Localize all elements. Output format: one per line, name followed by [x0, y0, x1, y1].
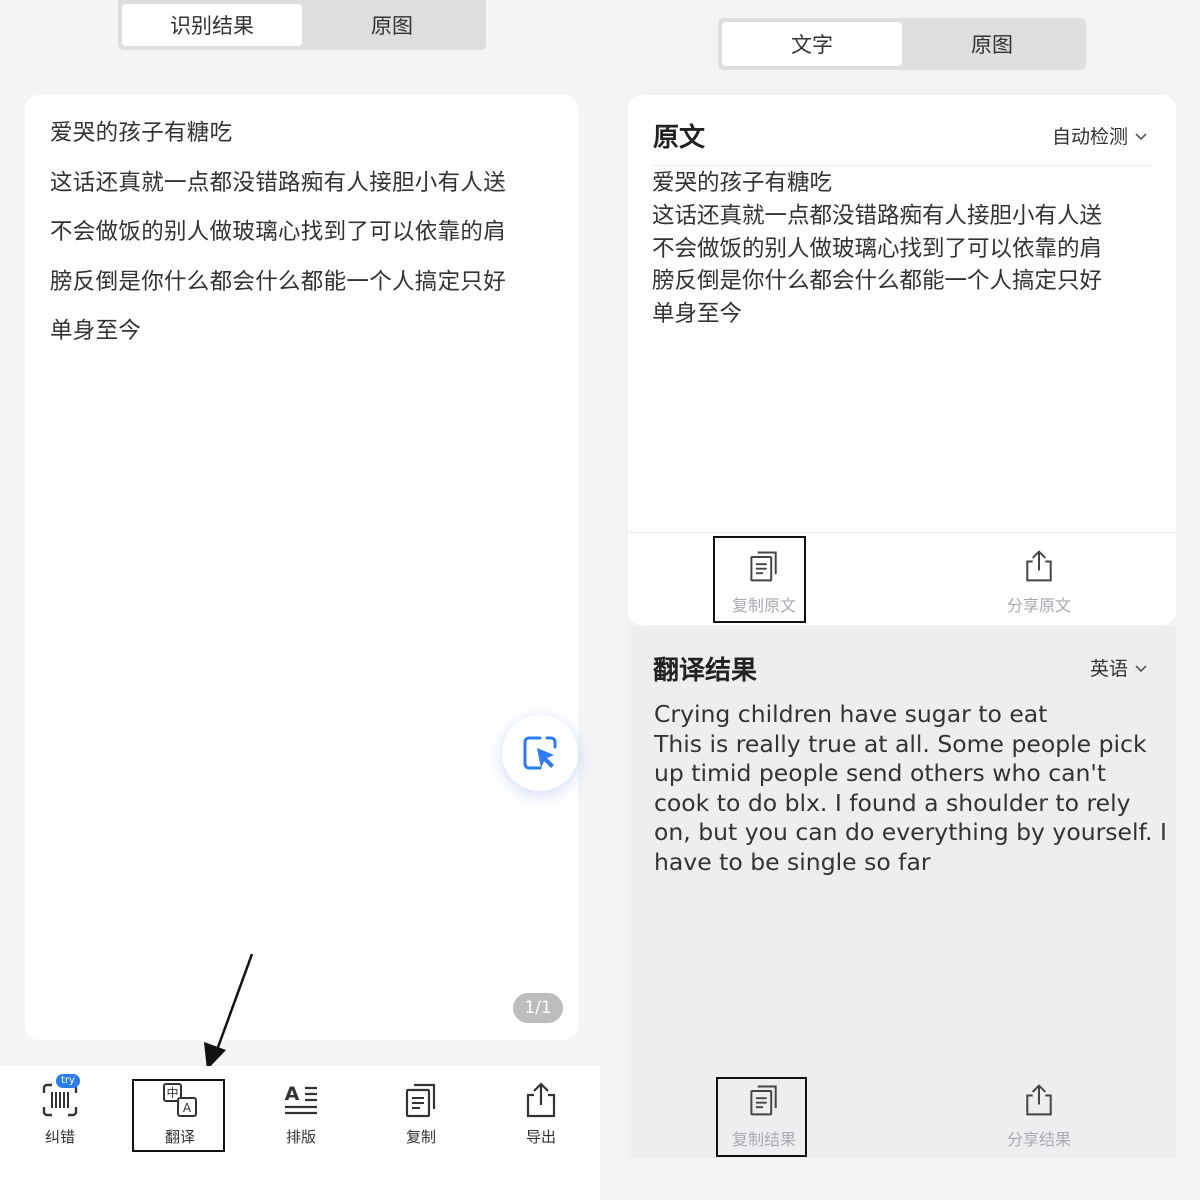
- toolbar-export-button[interactable]: 导出: [501, 1080, 581, 1147]
- toolbar-correct-button[interactable]: try 纠错: [20, 1074, 100, 1147]
- original-action-bar: 复制原文 分享原文: [628, 536, 1176, 625]
- tab-original-image[interactable]: 原图: [902, 22, 1082, 66]
- toolbar-layout-button[interactable]: A 排版: [261, 1080, 341, 1147]
- toolbar-label: 排版: [285, 1128, 316, 1146]
- text-line: on, but you can do everything by yoursel…: [654, 818, 1167, 846]
- highlight-box: [132, 1079, 225, 1152]
- highlight-box: [716, 1077, 807, 1157]
- text-line: 单身至今: [652, 301, 743, 328]
- text-line: Crying children have sugar to eat: [654, 700, 1048, 728]
- text-line: 不会做饭的别人做玻璃心找到了可以依靠的肩: [50, 219, 507, 245]
- tab-recognition-result[interactable]: 识别结果: [122, 4, 302, 46]
- translation-action-bar: 复制结果 分享结果: [628, 1074, 1176, 1166]
- share-original-button[interactable]: 分享原文: [994, 548, 1084, 616]
- toolbar-label: 纠错: [44, 1128, 75, 1146]
- text-line: 膀反倒是你什么都会什么都能一个人搞定只好: [652, 268, 1103, 295]
- text-line: 这话还真就一点都没错路痴有人接胆小有人送: [652, 202, 1103, 229]
- original-title: 原文: [653, 123, 706, 153]
- select-cursor-icon: [523, 736, 557, 770]
- share-icon: [1026, 550, 1052, 582]
- chevron-down-icon: [1135, 132, 1147, 140]
- copy-icon: [405, 1083, 436, 1118]
- original-text-card: 原文 自动检测 爱哭的孩子有糖吃 这话还真就一点都没错路痴有人接胆小有人送 不会…: [628, 95, 1176, 625]
- result-view-tabs: 识别结果 原图: [118, 0, 486, 50]
- svg-text:A: A: [285, 1083, 300, 1105]
- recognition-screen: 识别结果 原图 爱哭的孩子有糖吃 这话还真就一点都没错路痴有人接胆小有人送 不会…: [0, 0, 600, 1200]
- bottom-toolbar: try 纠错 中 A 翻译 A 排版 复制 导出: [0, 1066, 600, 1200]
- share-icon: [1026, 1084, 1052, 1116]
- share-result-button[interactable]: 分享结果: [994, 1082, 1084, 1150]
- recognized-text[interactable]: 爱哭的孩子有糖吃 这话还真就一点都没错路痴有人接胆小有人送 不会做饭的别人做玻璃…: [50, 109, 560, 357]
- share-result-label: 分享结果: [1006, 1130, 1071, 1149]
- text-line: 爱哭的孩子有糖吃: [652, 170, 833, 196]
- translation-result-card: 翻译结果 英语 Crying children have sugar to ea…: [628, 626, 1176, 1158]
- divider: [653, 165, 1151, 166]
- toolbar-label: 导出: [525, 1128, 556, 1146]
- tab-text[interactable]: 文字: [722, 22, 902, 66]
- target-language-select[interactable]: 英语: [1090, 654, 1148, 681]
- text-line: 不会做饭的别人做玻璃心找到了可以依靠的肩: [652, 235, 1103, 262]
- text-line: This is really true at all. Some people …: [654, 729, 1147, 758]
- text-line: have to be single so far: [654, 847, 931, 876]
- source-language-label: 自动检测: [1051, 126, 1128, 148]
- target-language-label: 英语: [1089, 658, 1128, 680]
- chevron-down-icon: [1135, 664, 1147, 672]
- share-original-label: 分享原文: [1006, 596, 1071, 615]
- try-badge: try: [56, 1074, 80, 1088]
- recognized-text-card: 爱哭的孩子有糖吃 这话还真就一点都没错路痴有人接胆小有人送 不会做饭的别人做玻璃…: [25, 95, 578, 1040]
- text-line: 这话还真就一点都没错路痴有人接胆小有人送: [50, 169, 507, 196]
- text-layout-icon: A: [285, 1083, 317, 1115]
- toolbar-label: 复制: [405, 1128, 436, 1146]
- translation-title: 翻译结果: [653, 656, 758, 686]
- select-text-button[interactable]: [502, 715, 578, 791]
- original-text[interactable]: 爱哭的孩子有糖吃 这话还真就一点都没错路痴有人接胆小有人送 不会做饭的别人做玻璃…: [652, 167, 1162, 331]
- divider: [628, 532, 1176, 533]
- toolbar-copy-button[interactable]: 复制: [381, 1080, 461, 1147]
- text-line: 爱哭的孩子有糖吃: [50, 120, 233, 146]
- translation-screen: 文字 原图 原文 自动检测 爱哭的孩子有糖吃 这话还真就一点都没错路痴有人接胆小…: [600, 0, 1200, 1200]
- highlight-box: [713, 536, 806, 623]
- page-indicator: 1/1: [513, 993, 563, 1023]
- annotation-arrow: [204, 953, 254, 1070]
- text-line: 膀反倒是你什么都会什么都能一个人搞定只好: [50, 268, 507, 295]
- source-language-select[interactable]: 自动检测: [1052, 122, 1148, 149]
- text-line: up timid people send others who can't: [654, 759, 1107, 787]
- translation-text[interactable]: Crying children have sugar to eat This i…: [654, 700, 1167, 877]
- export-icon: [526, 1082, 556, 1118]
- tab-original-image[interactable]: 原图: [302, 4, 482, 46]
- text-line: 单身至今: [50, 318, 142, 344]
- translation-view-tabs: 文字 原图: [718, 18, 1086, 70]
- text-line: cook to do blx. I found a shoulder to re…: [654, 788, 1131, 817]
